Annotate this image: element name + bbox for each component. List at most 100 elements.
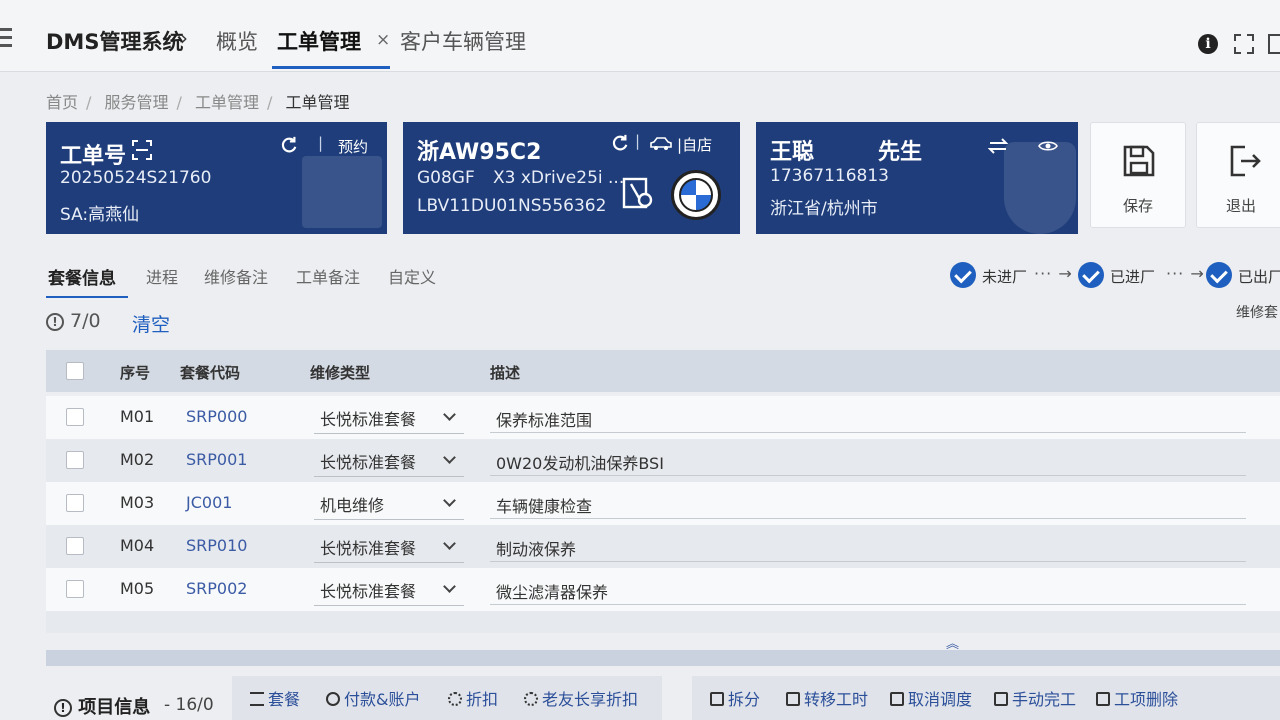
tool-group-right: [692, 676, 1280, 720]
save-button[interactable]: 保存: [1090, 122, 1186, 228]
loyalty-discount-button[interactable]: 老友长享折扣: [524, 686, 638, 710]
row-checkbox[interactable]: [66, 494, 84, 512]
chevron-down-icon: [443, 494, 456, 507]
window-icon[interactable]: [1268, 34, 1280, 54]
tab-work-order[interactable]: 工单管理: [277, 26, 361, 56]
scan-icon[interactable]: [132, 140, 152, 160]
clear-button[interactable]: 清空: [132, 310, 170, 337]
package-tool-button[interactable]: 套餐: [250, 686, 300, 710]
clock-icon: [786, 692, 800, 706]
swap-icon[interactable]: [988, 138, 1008, 154]
row-checkbox[interactable]: [66, 537, 84, 555]
table-row[interactable]: M02 SRP001 长悦标准套餐 0W20发动机油保养BSI: [46, 439, 1280, 482]
row-checkbox[interactable]: [66, 451, 84, 469]
collapse-bar[interactable]: [46, 650, 1280, 666]
row-desc[interactable]: 车辆健康检查: [496, 493, 592, 517]
row-seq: M05: [120, 579, 155, 598]
tab-package-info[interactable]: 套餐信息: [48, 264, 116, 289]
package-count: ! 7/0: [46, 310, 101, 332]
delete-item-button[interactable]: 工项删除: [1096, 686, 1178, 710]
repair-type-select[interactable]: 机电维修: [314, 486, 464, 520]
save-label: 保存: [1122, 197, 1153, 215]
vehicle-card: 浙AW95C2 | |自店 G08GF X3 xDrive25i ... LBV…: [403, 122, 740, 234]
row-seq: M04: [120, 536, 155, 555]
row-code-link[interactable]: SRP001: [186, 450, 247, 469]
col-seq: 序号: [120, 364, 151, 382]
breadcrumb-current: 工单管理: [285, 93, 350, 112]
info-icon[interactable]: i: [1198, 34, 1218, 54]
repair-type-select[interactable]: 长悦标准套餐: [314, 443, 464, 477]
exit-button[interactable]: 退出: [1196, 122, 1280, 228]
repair-package-label: 维修套: [1236, 305, 1278, 321]
row-desc[interactable]: 保养标准范围: [496, 407, 592, 431]
cancel-dispatch-button[interactable]: 取消调度: [890, 686, 972, 710]
row-desc[interactable]: 微尘滤清器保养: [496, 579, 608, 603]
close-tab-icon[interactable]: ×: [376, 30, 390, 50]
alert-circle-icon: !: [54, 699, 72, 717]
table-row-partial: [46, 611, 1280, 633]
bmw-logo: [671, 170, 721, 220]
chevron-down-icon: [443, 537, 456, 550]
shield-user-icon: [1004, 142, 1076, 234]
gear-icon: [448, 692, 462, 706]
discount-button[interactable]: 折扣: [448, 686, 498, 710]
active-tab-indicator: [272, 66, 390, 69]
row-code-link[interactable]: SRP010: [186, 536, 247, 555]
model-name: X3 xDrive25i ...: [493, 168, 625, 188]
col-code: 套餐代码: [180, 364, 241, 382]
breadcrumb-service[interactable]: 服务管理: [105, 93, 169, 112]
breadcrumb-home[interactable]: 首页: [46, 93, 78, 112]
order-number: 20250524S21760: [60, 168, 212, 188]
table-row[interactable]: M05 SRP002 长悦标准套餐 微尘滤清器保养: [46, 568, 1280, 611]
row-desc[interactable]: 0W20发动机油保养BSI: [496, 450, 664, 474]
trash-icon: [1096, 692, 1110, 706]
breadcrumb-work-order[interactable]: 工单管理: [195, 93, 259, 112]
refresh-icon[interactable]: [611, 134, 629, 152]
tab-order-notes[interactable]: 工单备注: [296, 264, 360, 288]
transfer-hours-button[interactable]: 转移工时: [786, 686, 868, 710]
fullscreen-icon[interactable]: [1234, 34, 1254, 54]
car-icon[interactable]: [649, 134, 673, 152]
save-icon: [1123, 145, 1155, 177]
row-code-link[interactable]: SRP002: [186, 579, 247, 598]
layers-icon: [250, 692, 264, 706]
row-desc[interactable]: 制动液保养: [496, 536, 576, 560]
tab-overview[interactable]: 概览: [216, 26, 258, 56]
table-row[interactable]: M04 SRP010 长悦标准套餐 制动液保养: [46, 525, 1280, 568]
calendar-icon: [890, 692, 904, 706]
chevron-right-icon: ›: [180, 26, 188, 50]
repair-type-select[interactable]: 长悦标准套餐: [314, 400, 464, 434]
tab-custom[interactable]: 自定义: [388, 264, 436, 288]
row-code-link[interactable]: JC001: [186, 493, 232, 512]
plate-number: 浙AW95C2: [417, 140, 542, 165]
menu-icon[interactable]: [0, 28, 12, 48]
tab-process[interactable]: 进程: [146, 264, 178, 288]
alert-circle-icon: !: [46, 313, 64, 331]
refresh-icon[interactable]: [280, 136, 298, 154]
split-button[interactable]: 拆分: [710, 686, 760, 710]
row-seq: M03: [120, 493, 155, 512]
table-row[interactable]: M03 JC001 机电维修 车辆健康检查: [46, 482, 1280, 525]
manual-complete-button[interactable]: 手动完工: [994, 686, 1076, 710]
edit-icon: [710, 692, 724, 706]
check-circle-icon: [1206, 262, 1232, 288]
repair-type-select[interactable]: 长悦标准套餐: [314, 529, 464, 563]
appointment-button[interactable]: 预约: [338, 136, 368, 157]
tab-customer-vehicle[interactable]: 客户车辆管理: [400, 26, 526, 56]
payment-account-button[interactable]: 付款&账户: [326, 686, 420, 710]
col-desc: 描述: [490, 364, 521, 382]
key-icon[interactable]: [621, 176, 657, 212]
project-info-title: ! 项目信息: [54, 693, 150, 719]
eye-icon[interactable]: [1038, 140, 1058, 152]
repair-type-select[interactable]: 长悦标准套餐: [314, 572, 464, 606]
row-checkbox[interactable]: [66, 580, 84, 598]
service-advisor: SA:高燕仙: [60, 205, 140, 225]
active-subtab-indicator: [46, 296, 128, 298]
coin-icon: [326, 692, 340, 706]
select-all-checkbox[interactable]: [66, 362, 84, 380]
row-checkbox[interactable]: [66, 408, 84, 426]
table-row[interactable]: M01 SRP000 长悦标准套餐 保养标准范围: [46, 396, 1280, 439]
row-code-link[interactable]: SRP000: [186, 407, 247, 426]
tab-repair-notes[interactable]: 维修备注: [204, 264, 268, 288]
top-bar: DMS管理系统 › 概览 工单管理 × 客户车辆管理 i: [0, 0, 1280, 72]
